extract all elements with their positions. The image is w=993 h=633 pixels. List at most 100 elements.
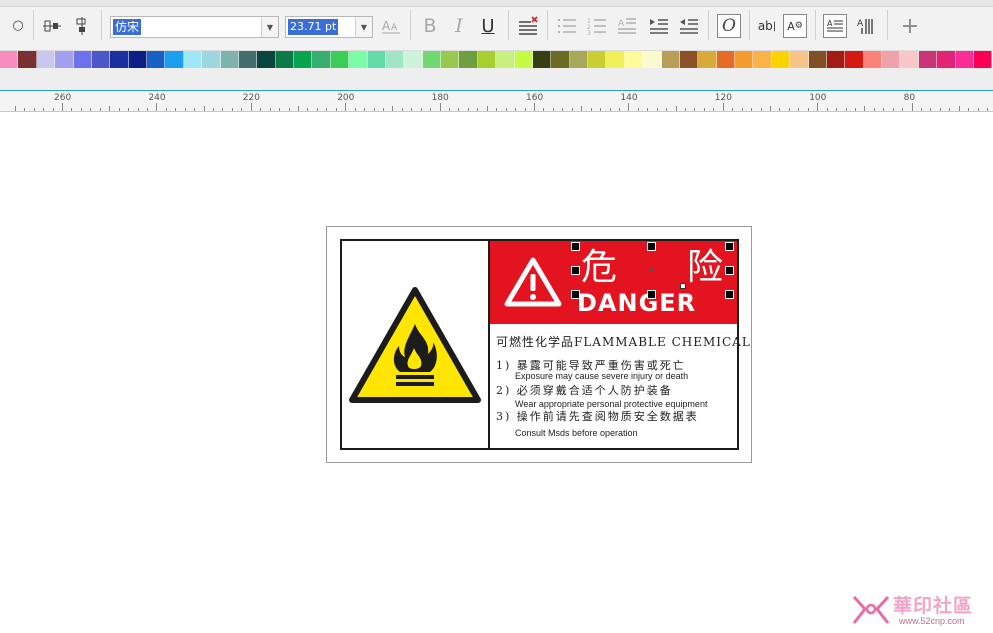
color-swatch[interactable] bbox=[257, 51, 276, 68]
ruler-tick bbox=[137, 108, 139, 111]
color-swatch[interactable] bbox=[459, 51, 478, 68]
color-swatch[interactable] bbox=[606, 51, 625, 68]
color-swatch[interactable] bbox=[973, 51, 993, 68]
font-scale-icon[interactable]: AA bbox=[380, 15, 402, 37]
horizontal-text-icon[interactable]: A bbox=[823, 14, 847, 38]
text-align-h-icon[interactable] bbox=[42, 15, 62, 37]
hazard-line[interactable]: 可燃性化学品FLAMMABLE CHEMICAL bbox=[496, 333, 751, 350]
character-settings-button[interactable]: A ⚙ bbox=[783, 14, 807, 38]
color-swatch[interactable] bbox=[441, 51, 460, 68]
font-family-select[interactable]: 仿宋 ▼ bbox=[110, 16, 279, 38]
title-cn-char-2[interactable]: 险 bbox=[687, 250, 723, 286]
color-swatch[interactable] bbox=[349, 51, 368, 68]
add-button[interactable]: + bbox=[898, 14, 922, 39]
color-swatch[interactable] bbox=[624, 51, 644, 68]
ruler-tick bbox=[685, 108, 687, 111]
ruler-tick bbox=[128, 108, 130, 111]
color-swatch[interactable] bbox=[900, 51, 919, 68]
italic-button[interactable]: I bbox=[448, 14, 470, 38]
bullet-list-icon[interactable] bbox=[556, 15, 578, 37]
color-swatch[interactable] bbox=[661, 51, 680, 68]
bold-button[interactable]: B bbox=[419, 14, 441, 38]
color-swatch[interactable] bbox=[128, 51, 147, 68]
selection-handle[interactable] bbox=[571, 242, 580, 251]
horizontal-ruler[interactable]: 260 240 220 200 180 160 140 120 100 80 bbox=[0, 90, 993, 112]
text-align-clear-icon[interactable] bbox=[517, 14, 539, 38]
color-swatch[interactable] bbox=[826, 51, 846, 68]
color-swatch[interactable] bbox=[551, 51, 570, 68]
color-swatch[interactable] bbox=[330, 51, 350, 68]
color-swatch[interactable] bbox=[202, 51, 221, 68]
color-swatch[interactable] bbox=[385, 51, 405, 68]
color-swatch[interactable] bbox=[514, 51, 533, 68]
color-swatch[interactable] bbox=[808, 51, 827, 68]
color-swatch[interactable] bbox=[294, 51, 313, 68]
chevron-down-icon[interactable]: ▼ bbox=[355, 17, 372, 37]
selection-handle[interactable] bbox=[647, 242, 656, 251]
color-swatch[interactable] bbox=[845, 51, 864, 68]
color-swatch[interactable] bbox=[91, 51, 111, 68]
color-swatch[interactable] bbox=[183, 51, 203, 68]
color-swatch[interactable] bbox=[147, 51, 166, 68]
color-swatch[interactable] bbox=[643, 51, 662, 68]
color-swatch[interactable] bbox=[882, 51, 901, 68]
selection-handle[interactable] bbox=[725, 266, 734, 275]
color-swatch[interactable] bbox=[918, 51, 938, 68]
text-align-v-icon[interactable] bbox=[72, 15, 92, 37]
color-swatch[interactable] bbox=[532, 51, 552, 68]
text-frame-button[interactable]: ab | bbox=[756, 15, 778, 37]
color-swatch[interactable] bbox=[771, 51, 791, 68]
vertical-text-icon[interactable]: A bbox=[853, 14, 877, 38]
color-swatch[interactable] bbox=[367, 51, 386, 68]
color-swatch[interactable] bbox=[735, 51, 754, 68]
color-swatch[interactable] bbox=[220, 51, 239, 68]
item-3-cn[interactable]: 3) 操作前请先查阅物质安全数据表 bbox=[496, 408, 699, 424]
color-swatch[interactable] bbox=[955, 51, 974, 68]
color-swatch[interactable] bbox=[716, 51, 735, 68]
selection-handle[interactable] bbox=[725, 290, 734, 299]
color-swatch[interactable] bbox=[698, 51, 717, 68]
selection-handle[interactable] bbox=[571, 290, 580, 299]
title-en[interactable]: DANGER bbox=[577, 289, 696, 317]
color-swatch[interactable] bbox=[679, 51, 699, 68]
color-swatch[interactable] bbox=[477, 51, 497, 68]
color-swatch[interactable] bbox=[404, 51, 423, 68]
color-swatch[interactable] bbox=[588, 51, 607, 68]
opentype-icon[interactable]: O bbox=[717, 14, 741, 38]
decrease-indent-icon[interactable] bbox=[678, 15, 700, 37]
ruler-tick bbox=[467, 108, 469, 111]
item-1-en[interactable]: Exposure may cause severe injury or deat… bbox=[515, 371, 688, 381]
increase-indent-icon[interactable] bbox=[648, 15, 670, 37]
color-swatch[interactable] bbox=[422, 51, 441, 68]
color-swatch[interactable] bbox=[55, 51, 74, 68]
color-swatch[interactable] bbox=[569, 51, 588, 68]
color-swatch[interactable] bbox=[790, 51, 809, 68]
selection-handle[interactable] bbox=[647, 290, 656, 299]
color-swatch[interactable] bbox=[863, 51, 882, 68]
color-swatch[interactable] bbox=[496, 51, 515, 68]
selection-handle[interactable] bbox=[571, 266, 580, 275]
color-swatch[interactable] bbox=[110, 51, 129, 68]
color-swatch[interactable] bbox=[36, 51, 56, 68]
circle-tool-icon[interactable]: ○ bbox=[10, 15, 26, 35]
numbered-list-icon[interactable]: 123 bbox=[586, 15, 608, 37]
chevron-down-icon[interactable]: ▼ bbox=[261, 17, 278, 37]
drop-cap-icon[interactable]: A bbox=[616, 15, 638, 37]
color-swatch[interactable] bbox=[238, 51, 258, 68]
color-swatch[interactable] bbox=[312, 51, 331, 68]
ruler-tick bbox=[298, 106, 299, 111]
font-size-select[interactable]: 23.71 pt ▼ bbox=[285, 16, 373, 38]
title-cn-char-1[interactable]: 危 bbox=[581, 250, 617, 286]
text-node-handle[interactable] bbox=[680, 283, 686, 289]
selection-handle[interactable] bbox=[725, 242, 734, 251]
item-2-cn[interactable]: 2) 必须穿戴合适个人防护装备 bbox=[496, 382, 673, 398]
color-swatch[interactable] bbox=[275, 51, 294, 68]
color-swatch[interactable] bbox=[73, 51, 92, 68]
color-swatch[interactable] bbox=[165, 51, 184, 68]
color-swatch[interactable] bbox=[937, 51, 956, 68]
color-swatch[interactable] bbox=[753, 51, 772, 68]
underline-button[interactable]: U bbox=[477, 14, 499, 38]
item-3-en[interactable]: Consult Msds before operation bbox=[515, 428, 638, 438]
color-swatch[interactable] bbox=[0, 51, 19, 68]
color-swatch[interactable] bbox=[18, 51, 37, 68]
